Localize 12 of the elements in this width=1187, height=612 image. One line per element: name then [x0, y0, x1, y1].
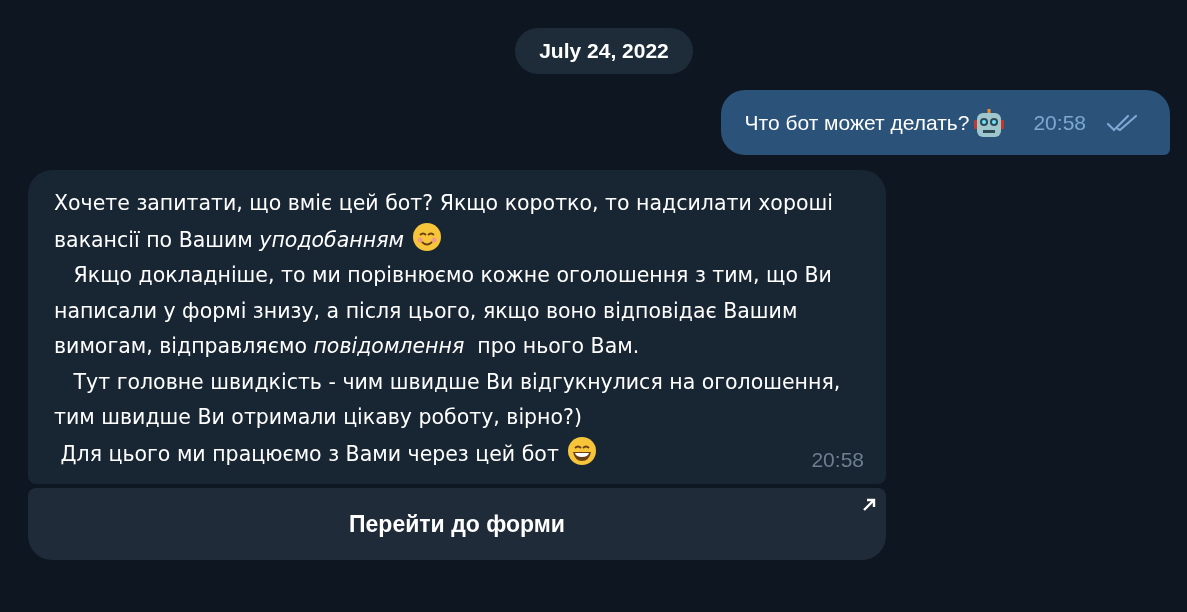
message-paragraph: Якщо докладніше, то ми порівнюємо кожне оголошення з тим, що Ви написали у формі знизу, а після цього, якщо воно відповідає Вашим вимогам, відправляємо повідомлення про нього Вам. [54, 263, 833, 358]
grinning-face-icon [566, 435, 597, 466]
open-form-button[interactable]: Перейти до форми [28, 488, 886, 560]
message-time: 20:58 [1033, 110, 1086, 135]
message-paragraph: Тут головне швидкість - чим швидше Ви відгукнулися на оголошення, тим швидше Ви отримали цікаву роботу, вірно?) [54, 369, 842, 429]
message-time: 20:58 [811, 448, 864, 472]
date-badge: July 24, 2022 [515, 28, 693, 74]
arrow-icon [861, 497, 877, 513]
smiling-face-icon [411, 221, 442, 252]
robot-icon [973, 106, 1006, 139]
message-paragraph: Для цього ми працюємо з Вами через цей бот [54, 441, 597, 466]
message-text: Что бот может делать? [744, 110, 970, 135]
